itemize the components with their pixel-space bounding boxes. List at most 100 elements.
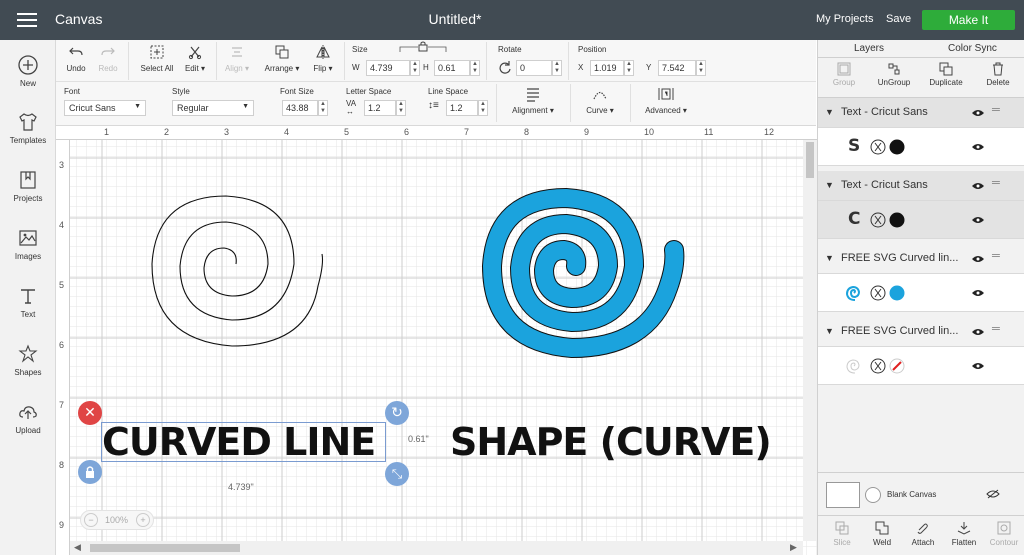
zoom-out-button[interactable]: − [84,513,98,527]
delete-button[interactable]: Delete [978,62,1018,87]
sidebar-item-new[interactable]: New [0,54,56,88]
eye-icon[interactable] [972,216,984,224]
scroll-left-icon[interactable]: ◀ [74,542,81,553]
select-all-button[interactable]: Select All [136,44,178,73]
layer-item-row[interactable] [818,274,1024,312]
redo-button[interactable]: Redo [96,44,120,73]
drag-handle-icon[interactable]: ═ [992,250,1000,262]
make-it-button[interactable]: Make It [922,10,1015,30]
align-menu[interactable]: Align ▾ [222,44,252,73]
x-position-stepper[interactable]: ▲ ▼ [624,60,634,76]
sidebar-item-projects[interactable]: Projects [0,169,56,203]
rotate-input[interactable]: 0 [516,60,552,76]
layer-group-row[interactable]: ▼ FREE SVG Curved lin... ═ [818,317,1024,347]
width-input[interactable]: 4.739 [366,60,410,76]
canvas-color-picker[interactable] [865,487,881,503]
layer-group-row[interactable]: ▼ Text - Cricut Sans ═ [818,98,1024,128]
attach-button[interactable]: Attach [903,521,943,547]
filled-spiral-shape[interactable] [436,148,736,378]
sidebar-item-upload[interactable]: Upload [0,401,56,435]
layer-item-row[interactable] [818,347,1024,385]
sidebar-item-shapes[interactable]: Shapes [0,343,56,377]
layer-item-row[interactable]: C [818,201,1024,239]
my-projects-link[interactable]: My Projects [816,13,873,25]
color-swatch-blue[interactable] [889,285,905,301]
tab-color-sync[interactable]: Color Sync [948,43,997,54]
rotate-handle-icon[interactable]: ↻ [385,401,409,425]
letter-space-input[interactable]: 1.2 [364,100,396,116]
sidebar-item-images[interactable]: Images [0,227,56,261]
y-position-stepper[interactable]: ▲ ▼ [696,60,706,76]
eye-icon[interactable] [972,289,984,297]
collapse-icon[interactable]: ▼ [825,180,834,190]
weld-button[interactable]: Weld [862,521,902,547]
outline-spiral[interactable] [96,156,386,366]
eye-icon[interactable] [972,143,984,151]
color-swatch-black[interactable] [889,212,905,228]
font-size-stepper[interactable]: ▲ ▼ [318,100,328,116]
group-button[interactable]: Group [824,62,864,87]
sidebar-item-templates[interactable]: Templates [0,111,56,145]
hidden-eye-icon[interactable] [986,489,1000,499]
slice-button[interactable]: Slice [822,521,862,547]
letter-space-stepper[interactable]: ▲ ▼ [396,100,406,116]
font-select[interactable]: Cricut Sans ▼ [64,100,146,116]
design-canvas[interactable]: CURVED LINE SHAPE (CURVE) 0.61" 4.739" ✕… [56,126,817,555]
advanced-menu[interactable]: Advanced ▾ [638,86,694,115]
lock-ratio-icon[interactable] [398,40,448,54]
line-space-input[interactable]: 1.2 [446,100,478,116]
horizontal-scrollbar[interactable]: ◀ ▶ [70,541,803,555]
eye-icon[interactable] [972,255,984,263]
flip-menu[interactable]: Flip ▾ [308,44,338,73]
tab-layers[interactable]: Layers [854,43,884,54]
rotate-stepper[interactable]: ▲ ▼ [552,60,562,76]
height-stepper[interactable]: ▲ ▼ [470,60,480,76]
x-position-input[interactable]: 1.019 [590,60,624,76]
style-select[interactable]: Regular ▼ [172,100,254,116]
delete-handle-icon[interactable]: ✕ [78,401,102,425]
eye-icon[interactable] [972,109,984,117]
blank-canvas-swatch[interactable] [826,482,860,508]
drag-handle-icon[interactable]: ═ [992,177,1000,189]
save-link[interactable]: Save [886,13,911,25]
flatten-button[interactable]: Flatten [944,521,984,547]
font-size-input[interactable]: 43.88 [282,100,318,116]
ungroup-button[interactable]: UnGroup [874,62,914,87]
pen-draw-icon[interactable] [889,358,905,374]
eye-icon[interactable] [972,328,984,336]
eye-icon[interactable] [972,362,984,370]
y-position-input[interactable]: 7.542 [658,60,696,76]
collapse-icon[interactable]: ▼ [825,107,834,117]
cut-operation-icon[interactable] [870,358,886,374]
horizontal-scroll-thumb[interactable] [90,544,240,552]
duplicate-button[interactable]: Duplicate [926,62,966,87]
edit-menu[interactable]: Edit ▾ [180,44,210,73]
shape-curve-text[interactable]: SHAPE (CURVE) [450,420,772,464]
sidebar-item-text[interactable]: Text [0,285,56,319]
layer-group-row[interactable]: ▼ Text - Cricut Sans ═ [818,171,1024,201]
alignment-menu[interactable]: Alignment ▾ [508,86,558,115]
lock-handle-icon[interactable] [78,460,102,484]
cut-operation-icon[interactable] [870,139,886,155]
collapse-icon[interactable]: ▼ [825,253,834,263]
width-stepper[interactable]: ▲ ▼ [410,60,420,76]
undo-button[interactable]: Undo [64,44,88,73]
vertical-scroll-thumb[interactable] [806,142,814,178]
curved-line-text[interactable]: CURVED LINE [102,420,376,464]
curve-menu[interactable]: Curve ▾ [578,86,622,115]
drag-handle-icon[interactable]: ═ [992,323,1000,335]
color-swatch-black[interactable] [889,139,905,155]
zoom-in-button[interactable]: + [136,513,150,527]
drag-handle-icon[interactable]: ═ [992,104,1000,116]
layer-item-row[interactable]: S [818,128,1024,166]
layer-group-row[interactable]: ▼ FREE SVG Curved lin... ═ [818,244,1024,274]
cut-operation-icon[interactable] [870,285,886,301]
resize-handle-icon[interactable]: ⤡ [385,462,409,486]
scroll-right-icon[interactable]: ▶ [790,542,797,553]
eye-icon[interactable] [972,182,984,190]
collapse-icon[interactable]: ▼ [825,326,834,336]
vertical-scrollbar[interactable] [803,140,817,541]
line-space-stepper[interactable]: ▲ ▼ [478,100,488,116]
height-input[interactable]: 0.61 [434,60,470,76]
arrange-menu[interactable]: Arrange ▾ [260,44,304,73]
